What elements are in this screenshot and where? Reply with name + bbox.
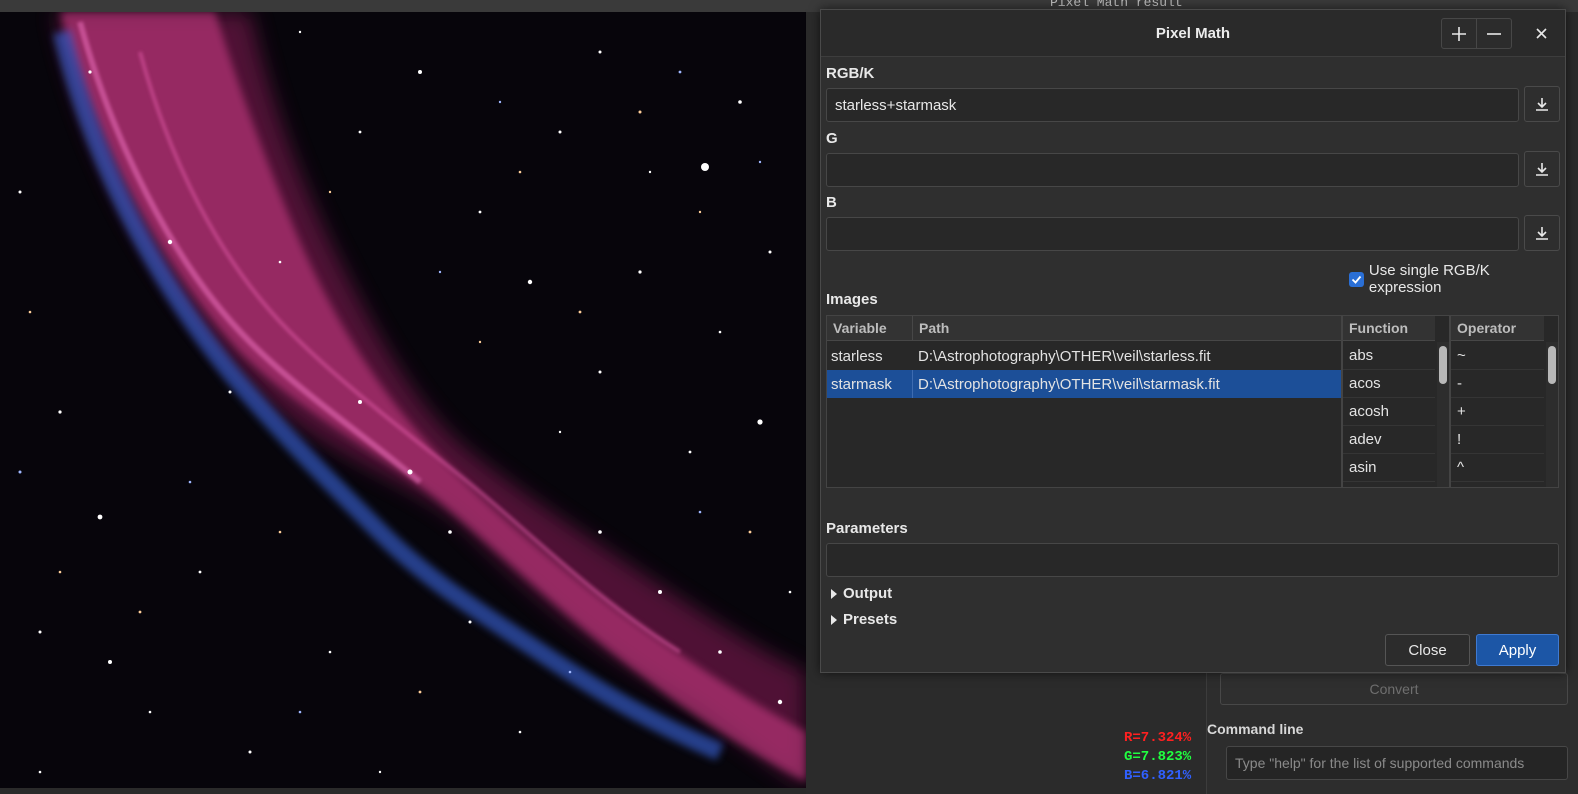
b-load-button[interactable] xyxy=(1524,215,1560,251)
close-button[interactable]: Close xyxy=(1385,634,1470,666)
image-canvas[interactable] xyxy=(0,12,806,788)
nebula-image xyxy=(0,12,806,788)
rgbk-label: RGB/K xyxy=(826,65,875,82)
cell-divider xyxy=(912,370,913,398)
operator-item[interactable]: ^ xyxy=(1451,454,1544,482)
presets-section-toggle[interactable]: Presets xyxy=(831,611,897,628)
download-icon xyxy=(1536,227,1548,240)
operator-header: Operator xyxy=(1451,316,1544,341)
function-list: Function abs acos acosh adev asin xyxy=(1342,315,1450,488)
app-root: Pixel Math result R=7.324% G=7.823% B=6.… xyxy=(0,0,1578,794)
g-label: G xyxy=(826,130,838,147)
function-scrollbar[interactable] xyxy=(1437,342,1449,487)
expand-arrow-icon xyxy=(831,614,837,625)
operator-item[interactable]: + xyxy=(1451,398,1544,426)
scrollbar-thumb[interactable] xyxy=(1548,346,1556,384)
minus-icon xyxy=(1487,32,1501,35)
operator-list: Operator ~ - + ! ^ xyxy=(1450,315,1559,488)
expand-arrow-icon xyxy=(831,588,837,599)
checkbox-checked[interactable] xyxy=(1349,271,1364,287)
dialog-titlebar[interactable]: Pixel Math xyxy=(821,10,1565,57)
use-single-expression-label: Use single RGB/K expression xyxy=(1368,262,1490,296)
parameters-label: Parameters xyxy=(826,520,908,537)
table-row[interactable]: starless D:\Astrophotography\OTHER\veil\… xyxy=(827,342,1341,370)
download-icon xyxy=(1536,163,1548,176)
function-item[interactable]: adev xyxy=(1343,426,1435,454)
function-header: Function xyxy=(1343,316,1435,341)
shrink-button[interactable] xyxy=(1476,18,1512,49)
function-item[interactable]: acosh xyxy=(1343,398,1435,426)
path-cell: D:\Astrophotography\OTHER\veil\starmask.… xyxy=(918,376,1220,393)
function-item[interactable]: asin xyxy=(1343,454,1435,482)
readout-g: G=7.823% xyxy=(1124,749,1192,765)
close-icon xyxy=(1535,28,1547,39)
pixel-math-dialog: Pixel Math RGB/K starless+starmask G B U… xyxy=(820,9,1566,673)
check-icon xyxy=(1351,275,1362,284)
rgbk-expression-field[interactable]: starless+starmask xyxy=(826,88,1519,122)
column-header-variable[interactable]: Variable xyxy=(827,316,913,341)
operator-scrollbar[interactable] xyxy=(1546,342,1558,487)
parameters-field[interactable] xyxy=(826,543,1559,577)
output-section-toggle[interactable]: Output xyxy=(831,585,892,602)
download-icon xyxy=(1536,98,1548,111)
function-item[interactable]: acos xyxy=(1343,370,1435,398)
b-expression-field[interactable] xyxy=(826,217,1519,251)
scrollbar-thumb[interactable] xyxy=(1439,346,1447,384)
use-single-expression-checkbox[interactable]: Use single RGB/K expression xyxy=(1349,262,1565,296)
rgbk-load-button[interactable] xyxy=(1524,86,1560,122)
readout-b: B=6.821% xyxy=(1124,768,1192,784)
output-label: Output xyxy=(843,585,893,602)
plus-icon xyxy=(1452,26,1466,41)
table-row-selected[interactable]: starmask D:\Astrophotography\OTHER\veil\… xyxy=(827,370,1341,398)
path-cell: D:\Astrophotography\OTHER\veil\starless.… xyxy=(918,348,1211,365)
variable-cell: starmask xyxy=(831,376,892,393)
operator-item[interactable]: - xyxy=(1451,370,1544,398)
images-label: Images xyxy=(826,291,878,308)
presets-label: Presets xyxy=(843,611,898,628)
variable-cell: starless xyxy=(831,348,883,365)
g-expression-field[interactable] xyxy=(826,153,1519,187)
readout-r: R=7.324% xyxy=(1124,730,1192,746)
expand-button[interactable] xyxy=(1441,18,1477,49)
apply-button[interactable]: Apply xyxy=(1476,634,1559,666)
g-load-button[interactable] xyxy=(1524,151,1560,187)
column-header-path[interactable]: Path xyxy=(913,316,1341,341)
operator-item[interactable]: ! xyxy=(1451,426,1544,454)
b-label: B xyxy=(826,194,837,211)
dialog-close-button[interactable] xyxy=(1523,18,1559,49)
operator-item[interactable]: ~ xyxy=(1451,342,1544,370)
convert-button[interactable]: Convert xyxy=(1220,673,1568,705)
pixel-readout: R=7.324% G=7.823% B=6.821% xyxy=(1124,729,1191,786)
command-line-input[interactable] xyxy=(1226,746,1568,780)
function-item[interactable]: abs xyxy=(1343,342,1435,370)
command-line-label: Command line xyxy=(1207,721,1304,737)
images-table: Variable Path starless D:\Astrophotograp… xyxy=(826,315,1342,488)
